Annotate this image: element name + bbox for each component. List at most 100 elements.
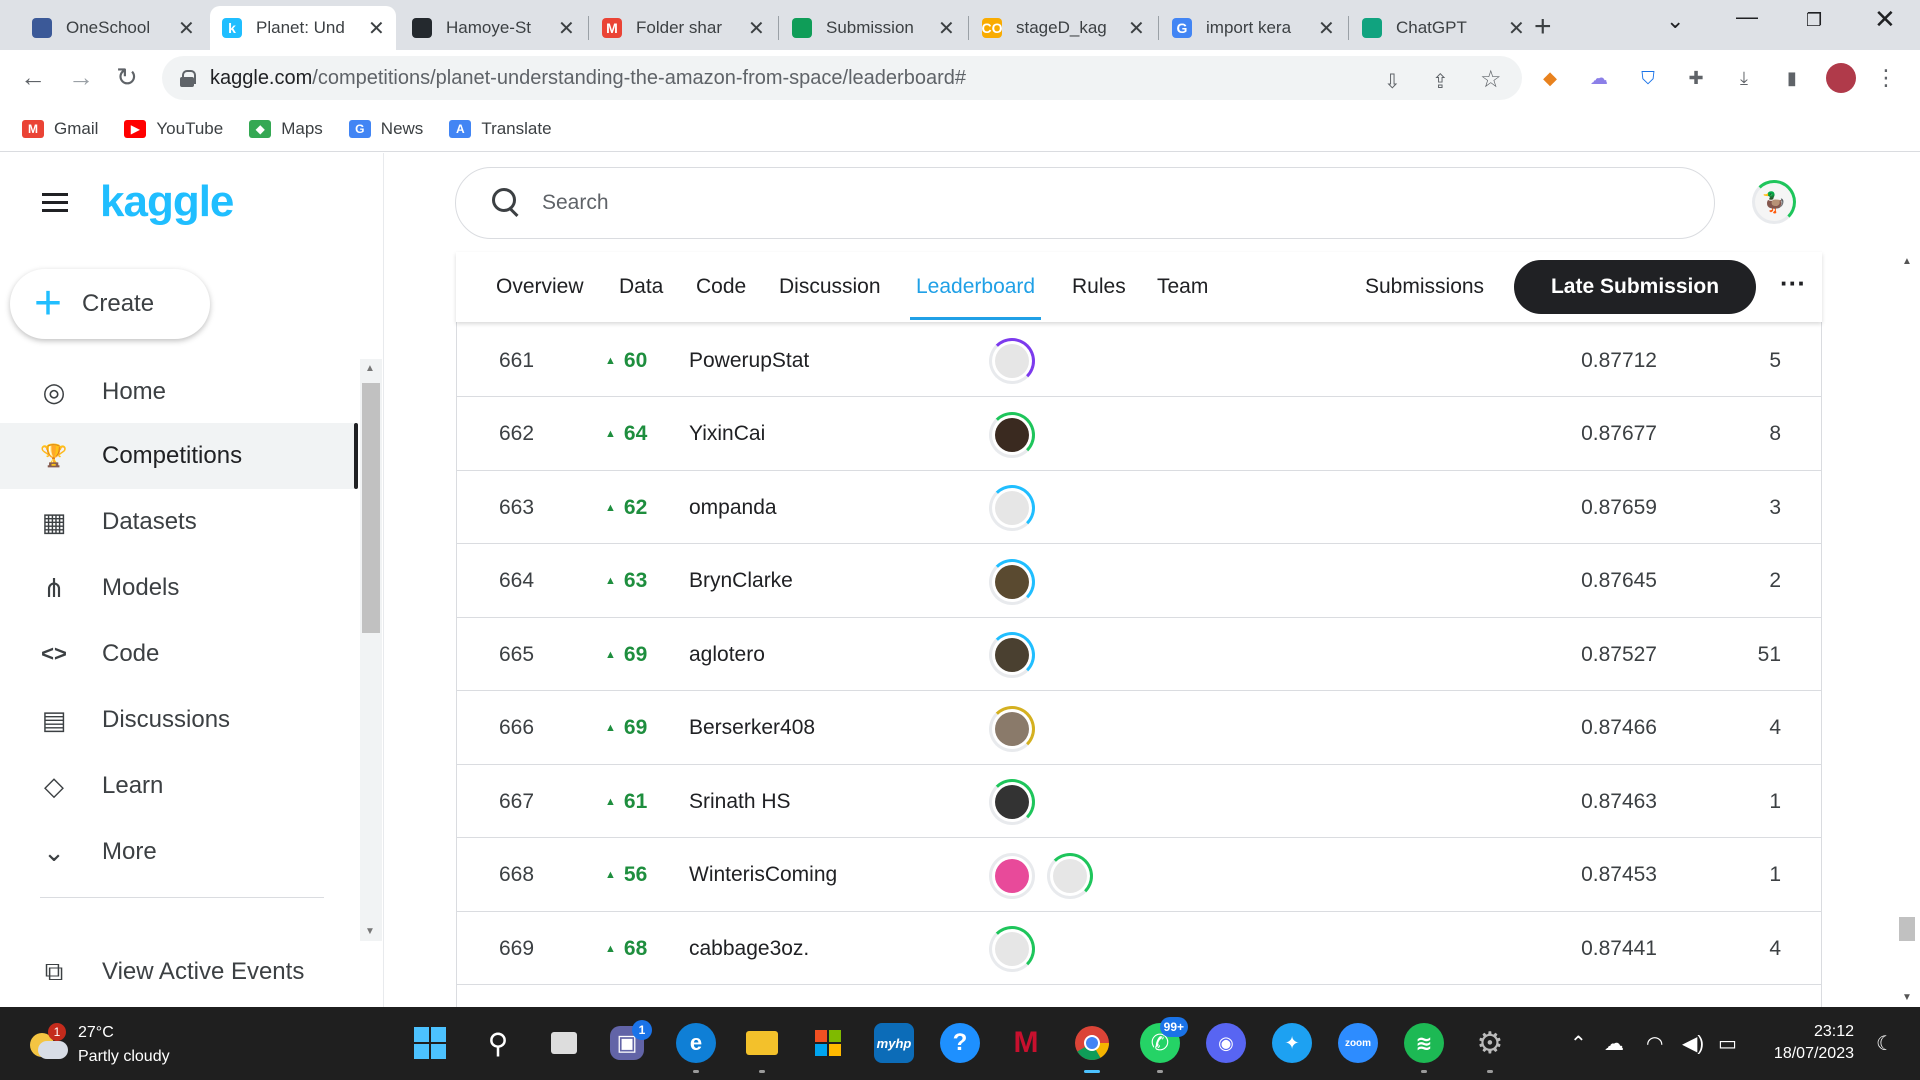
teams-chat-icon[interactable]: ▣ 1: [610, 1020, 652, 1060]
weather-widget[interactable]: 1 27°C Partly cloudy: [28, 1021, 170, 1069]
scroll-down-arrow-icon[interactable]: ▼: [1902, 992, 1912, 1003]
sidebar-item-datasets[interactable]: ▦ Datasets: [0, 489, 354, 555]
sidebar-scroll-thumb[interactable]: [362, 383, 380, 633]
install-app-icon[interactable]: ⇩: [1384, 69, 1401, 94]
tab-code[interactable]: Code: [696, 252, 746, 322]
tab-close-icon[interactable]: ✕: [1318, 16, 1335, 41]
team-member-avatar[interactable]: [989, 779, 1035, 825]
show-hidden-icons[interactable]: ⌃: [1570, 1031, 1587, 1056]
page-scrollbar[interactable]: ▲ ▼: [1896, 252, 1918, 1007]
chrome-icon[interactable]: [1072, 1023, 1112, 1073]
late-submission-button[interactable]: Late Submission: [1514, 260, 1756, 314]
tab-close-icon[interactable]: ✕: [1128, 16, 1145, 41]
table-row[interactable]: 665▲69aglotero0.87527516y: [457, 618, 1821, 691]
team-member-avatar[interactable]: [1047, 852, 1093, 899]
browser-tab[interactable]: Hamoye-St ✕: [400, 6, 586, 50]
browser-tab[interactable]: Gimport kera ✕: [1160, 6, 1346, 50]
team-member-avatar[interactable]: [989, 705, 1035, 752]
cloud-extension-icon[interactable]: ☁: [1587, 66, 1611, 90]
bookmark-translate[interactable]: A Translate: [449, 119, 552, 139]
url-text[interactable]: kaggle.com/competitions/planet-understan…: [210, 67, 966, 90]
user-avatar[interactable]: 🦆: [1752, 180, 1796, 224]
browser-tab[interactable]: CO stageD_kag ✕: [970, 6, 1156, 50]
sidebar-item-home[interactable]: ◎ Home: [0, 359, 354, 425]
search-bar[interactable]: [455, 167, 1715, 239]
side-panel-icon[interactable]: ▮: [1780, 66, 1804, 90]
browser-tab[interactable]: ChatGPT ✕: [1350, 6, 1536, 50]
team-name[interactable]: WinterisComing: [689, 839, 837, 912]
scroll-down-arrow-icon[interactable]: ▼: [365, 926, 375, 937]
browser-tab[interactable]: k Planet: Und ✕: [210, 6, 396, 50]
sidebar-item-models[interactable]: ⋔ Models: [0, 555, 354, 621]
table-row[interactable]: 668▲56WinterisComing0.8745316y: [457, 839, 1821, 912]
share-icon[interactable]: ⇪: [1432, 69, 1449, 94]
team-member-avatar[interactable]: [989, 632, 1035, 678]
wifi-icon[interactable]: ◠: [1646, 1031, 1663, 1056]
shield-extension-icon[interactable]: ⛉: [1636, 66, 1660, 90]
chrome-menu-icon[interactable]: ⋮: [1874, 65, 1898, 90]
restore-button[interactable]: ❐: [1806, 10, 1822, 31]
task-view-icon[interactable]: [544, 1023, 584, 1063]
forward-button[interactable]: →: [68, 62, 94, 93]
edge-browser-icon[interactable]: e: [676, 1023, 716, 1073]
bookmark-youtube[interactable]: ▶ YouTube: [124, 119, 223, 139]
team-name[interactable]: aglotero: [689, 618, 765, 691]
tab-rules[interactable]: Rules: [1072, 252, 1126, 322]
kaggle-logo[interactable]: kaggle: [100, 177, 234, 227]
submissions-link[interactable]: Submissions: [1365, 252, 1484, 322]
tab-discussion[interactable]: Discussion: [779, 252, 881, 322]
whatsapp-icon[interactable]: ✆ 99+: [1140, 1017, 1188, 1073]
settings-gear-icon[interactable]: ⚙: [1470, 1023, 1510, 1073]
table-row[interactable]: 666▲69Berserker4080.8746646y: [457, 692, 1821, 765]
zoom-icon[interactable]: zoom: [1338, 1023, 1378, 1063]
back-button[interactable]: ←: [20, 62, 46, 93]
twitter-icon[interactable]: ✦: [1272, 1023, 1312, 1063]
spotify-icon[interactable]: ≋: [1404, 1023, 1444, 1073]
team-name[interactable]: ompanda: [689, 471, 777, 544]
sidebar-item-code[interactable]: <> Code: [0, 621, 354, 687]
sidebar-scrollbar[interactable]: ▲ ▼: [360, 359, 382, 941]
new-tab-button[interactable]: +: [1534, 10, 1552, 44]
discord-icon[interactable]: ◉: [1206, 1023, 1246, 1063]
sidebar-item-discussions[interactable]: ▤ Discussions: [0, 687, 354, 753]
tab-close-icon[interactable]: ✕: [938, 16, 955, 41]
tab-leaderboard[interactable]: Leaderboard: [909, 252, 1042, 322]
team-member-avatar[interactable]: [989, 852, 1035, 899]
tab-search-icon[interactable]: ⌄: [1666, 8, 1684, 34]
system-clock[interactable]: 23:12 18/07/2023: [1764, 1021, 1854, 1065]
tab-close-icon[interactable]: ✕: [748, 16, 765, 41]
battery-icon[interactable]: ▭: [1718, 1031, 1737, 1056]
sidebar-item-learn[interactable]: ◇ Learn: [0, 753, 354, 819]
sidebar-item-view-active-events[interactable]: ⧉ View Active Events: [0, 939, 354, 1005]
team-name[interactable]: BrynClarke: [689, 545, 793, 618]
table-row[interactable]: 661▲60PowerupStat0.8771256y: [457, 324, 1821, 397]
notifications-icon[interactable]: ☾: [1876, 1031, 1894, 1056]
search-taskbar-icon[interactable]: ⚲: [478, 1023, 518, 1063]
microsoft-store-icon[interactable]: [808, 1023, 848, 1063]
file-explorer-icon[interactable]: [742, 1023, 782, 1073]
browser-tab[interactable]: OneSchool ✕: [20, 6, 206, 50]
windows-start-icon[interactable]: [410, 1023, 450, 1063]
profile-avatar[interactable]: [1826, 63, 1856, 93]
team-member-avatar[interactable]: [989, 558, 1035, 605]
create-button[interactable]: + Create: [10, 269, 210, 339]
table-row[interactable]: 667▲61Srinath HS0.8746316y: [457, 765, 1821, 838]
team-name[interactable]: PowerupStat: [689, 324, 809, 397]
tab-team[interactable]: Team: [1157, 252, 1208, 322]
address-bar[interactable]: kaggle.com/competitions/planet-understan…: [162, 56, 1522, 100]
mcafee-icon[interactable]: M: [1006, 1023, 1046, 1063]
myhp-icon[interactable]: myhp: [874, 1023, 914, 1063]
team-name[interactable]: Srinath HS: [689, 765, 791, 838]
table-row[interactable]: 664▲63BrynClarke0.8764526y: [457, 545, 1821, 618]
reload-button[interactable]: ↻: [116, 62, 138, 93]
browser-tab[interactable]: M Folder shar ✕: [590, 6, 776, 50]
close-window-button[interactable]: ✕: [1874, 4, 1896, 35]
bookmark-gmail[interactable]: M Gmail: [22, 119, 98, 139]
team-member-avatar[interactable]: [989, 411, 1035, 458]
team-name[interactable]: cabbage3oz.: [689, 912, 809, 985]
tab-close-icon[interactable]: ✕: [368, 16, 385, 41]
downloads-icon[interactable]: ⤓: [1732, 66, 1756, 90]
tab-close-icon[interactable]: ✕: [178, 16, 195, 41]
metamask-extension-icon[interactable]: ◆: [1538, 66, 1562, 90]
table-row[interactable]: 662▲64YixinCai0.8767786y: [457, 398, 1821, 471]
